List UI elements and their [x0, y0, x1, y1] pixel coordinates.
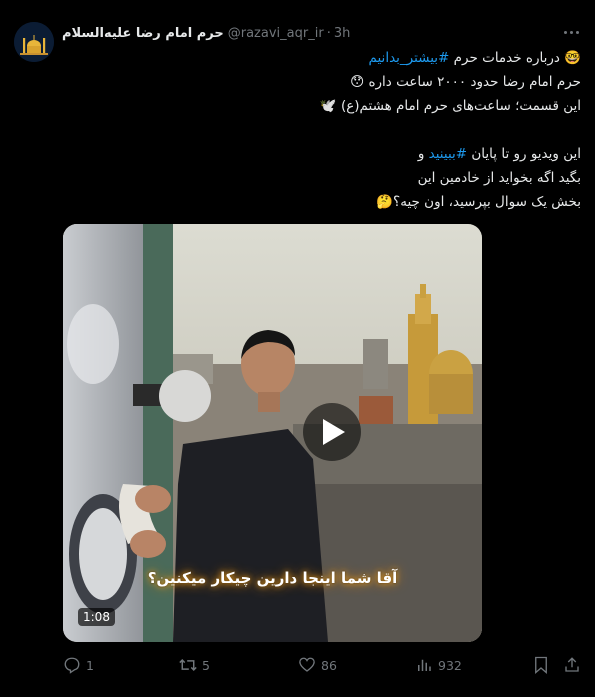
tweet-line-6: بگید اگه بخواید از خادمین این	[61, 166, 581, 190]
tweet-text-segment: درباره خدمات حرم	[449, 50, 560, 66]
video-caption: آقا شما اینجا دارین چیکار میکنین؟	[147, 569, 398, 587]
tweet-timestamp[interactable]: 3h	[334, 26, 351, 41]
action-bar: 1 5 86 932	[0, 654, 595, 676]
repost-icon	[178, 655, 198, 675]
repost-count: 5	[202, 657, 210, 673]
bookmark-icon	[531, 655, 551, 675]
like-count: 86	[321, 657, 337, 673]
more-options-icon[interactable]	[561, 22, 581, 42]
shrine-logo-icon	[14, 22, 54, 62]
tweet[interactable]: حرم امام رضا علیه‌السلام @razavi_aqr_ir …	[0, 0, 595, 697]
analytics-icon	[414, 655, 434, 675]
tweet-text-segment: بخش یک سوال بپرسید، اون چیه؟	[393, 194, 581, 210]
play-button[interactable]	[303, 403, 361, 461]
share-button[interactable]	[562, 654, 582, 676]
video-duration: 1:08	[78, 608, 115, 626]
tweet-text: 🤓 درباره خدمات حرم #بیشتر_بدانیم حرم اما…	[61, 46, 581, 214]
repost-button[interactable]: 5	[178, 654, 210, 676]
view-count: 932	[438, 657, 462, 673]
views-button[interactable]: 932	[414, 654, 462, 676]
surprised-emoji: 😯	[350, 74, 365, 90]
tweet-line-2: حرم امام رضا حدود ۲۰۰۰ ساعت داره 😯	[61, 70, 581, 94]
tweet-text-segment: حرم امام رضا حدود ۲۰۰۰ ساعت داره	[364, 74, 581, 90]
heart-icon	[297, 655, 317, 675]
tweet-text-segment: بگید اگه بخواید از خادمین این	[417, 170, 581, 186]
like-button[interactable]: 86	[297, 654, 337, 676]
share-icon	[562, 655, 582, 675]
glasses-emoji: 🤓	[564, 50, 581, 66]
dove-emoji: 🕊️	[319, 98, 337, 114]
reply-icon	[62, 655, 82, 675]
tweet-text-segment: این ویدیو رو تا پایان	[467, 146, 581, 162]
tweet-line-3: این قسمت؛ ساعت‌های حرم امام هشتم(ع) 🕊️	[61, 94, 581, 118]
hashtag-link[interactable]: #ببینید	[429, 146, 467, 162]
display-name[interactable]: حرم امام رضا علیه‌السلام	[62, 26, 224, 41]
tweet-line-1: 🤓 درباره خدمات حرم #بیشتر_بدانیم	[61, 46, 582, 70]
tweet-line-7: بخش یک سوال بپرسید، اون چیه؟🤔	[61, 190, 581, 214]
hashtag-link[interactable]: #بیشتر_بدانیم	[369, 50, 450, 66]
tweet-text-segment: و	[417, 146, 429, 162]
avatar[interactable]	[14, 22, 54, 62]
tweet-header: حرم امام رضا علیه‌السلام @razavi_aqr_ir …	[62, 24, 350, 42]
bookmark-button[interactable]	[531, 654, 551, 676]
tweet-text-segment: این قسمت؛ ساعت‌های حرم امام هشتم(ع)	[336, 98, 581, 114]
separator-dot: ·	[326, 25, 331, 41]
thinking-emoji: 🤔	[376, 194, 394, 210]
tweet-line-5: این ویدیو رو تا پایان #ببینید و	[61, 142, 581, 166]
reply-button[interactable]: 1	[62, 654, 94, 676]
video-player[interactable]: آقا شما اینجا دارین چیکار میکنین؟ 1:08	[63, 224, 482, 642]
reply-count: 1	[86, 657, 94, 673]
play-icon	[323, 419, 345, 445]
user-handle[interactable]: @razavi_aqr_ir	[228, 26, 324, 41]
